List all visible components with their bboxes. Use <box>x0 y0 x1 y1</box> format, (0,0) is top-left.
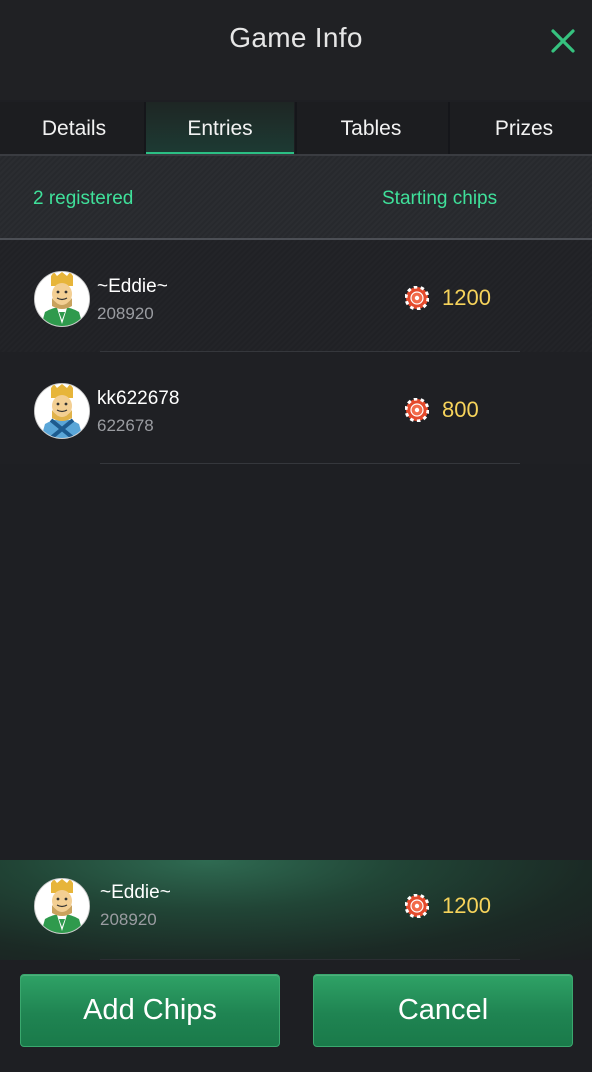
tab-tables[interactable]: Tables <box>297 102 445 154</box>
list-item[interactable]: ~Eddie~ 208920 1200 <box>0 240 592 352</box>
chip-icon <box>405 286 429 310</box>
my-chips: 1200 <box>442 893 491 918</box>
tab-details[interactable]: Details <box>0 102 148 154</box>
chip-icon <box>405 894 429 918</box>
tab-bar: Details Entries Tables Prizes <box>0 102 592 156</box>
avatar <box>34 383 90 439</box>
player-id: 208920 <box>97 304 154 323</box>
add-chips-button[interactable]: Add Chips <box>20 974 280 1047</box>
cancel-button[interactable]: Cancel <box>313 974 573 1047</box>
entries-summary: 2 registered Starting chips <box>0 156 592 240</box>
player-list: ~Eddie~ 208920 1200 kk622678 622678 800 <box>0 240 592 464</box>
player-name: ~Eddie~ <box>97 276 168 297</box>
king-blue-avatar-icon <box>35 384 89 438</box>
starting-chips-header: Starting chips <box>382 188 498 209</box>
player-id: 622678 <box>97 416 154 435</box>
header: Game Info <box>0 0 592 100</box>
list-item[interactable]: kk622678 622678 800 <box>0 352 592 464</box>
player-chips: 800 <box>442 397 479 422</box>
my-entry-row: ~Eddie~ 208920 1200 <box>0 860 592 960</box>
my-player-id: 208920 <box>100 910 157 929</box>
chip-icon <box>405 398 429 422</box>
page-title: Game Info <box>229 22 363 53</box>
avatar <box>34 878 90 934</box>
my-player-name: ~Eddie~ <box>100 882 171 903</box>
player-chips: 1200 <box>442 285 491 310</box>
tab-prizes[interactable]: Prizes <box>450 102 592 154</box>
row-divider <box>100 463 520 464</box>
king-green-avatar-icon <box>35 272 89 326</box>
player-name: kk622678 <box>97 388 180 409</box>
avatar <box>34 271 90 327</box>
row-divider <box>100 959 520 960</box>
tab-entries[interactable]: Entries <box>146 102 294 154</box>
close-icon[interactable] <box>548 26 578 56</box>
registered-count: 2 registered <box>33 188 134 209</box>
king-green-avatar-icon <box>35 879 89 933</box>
